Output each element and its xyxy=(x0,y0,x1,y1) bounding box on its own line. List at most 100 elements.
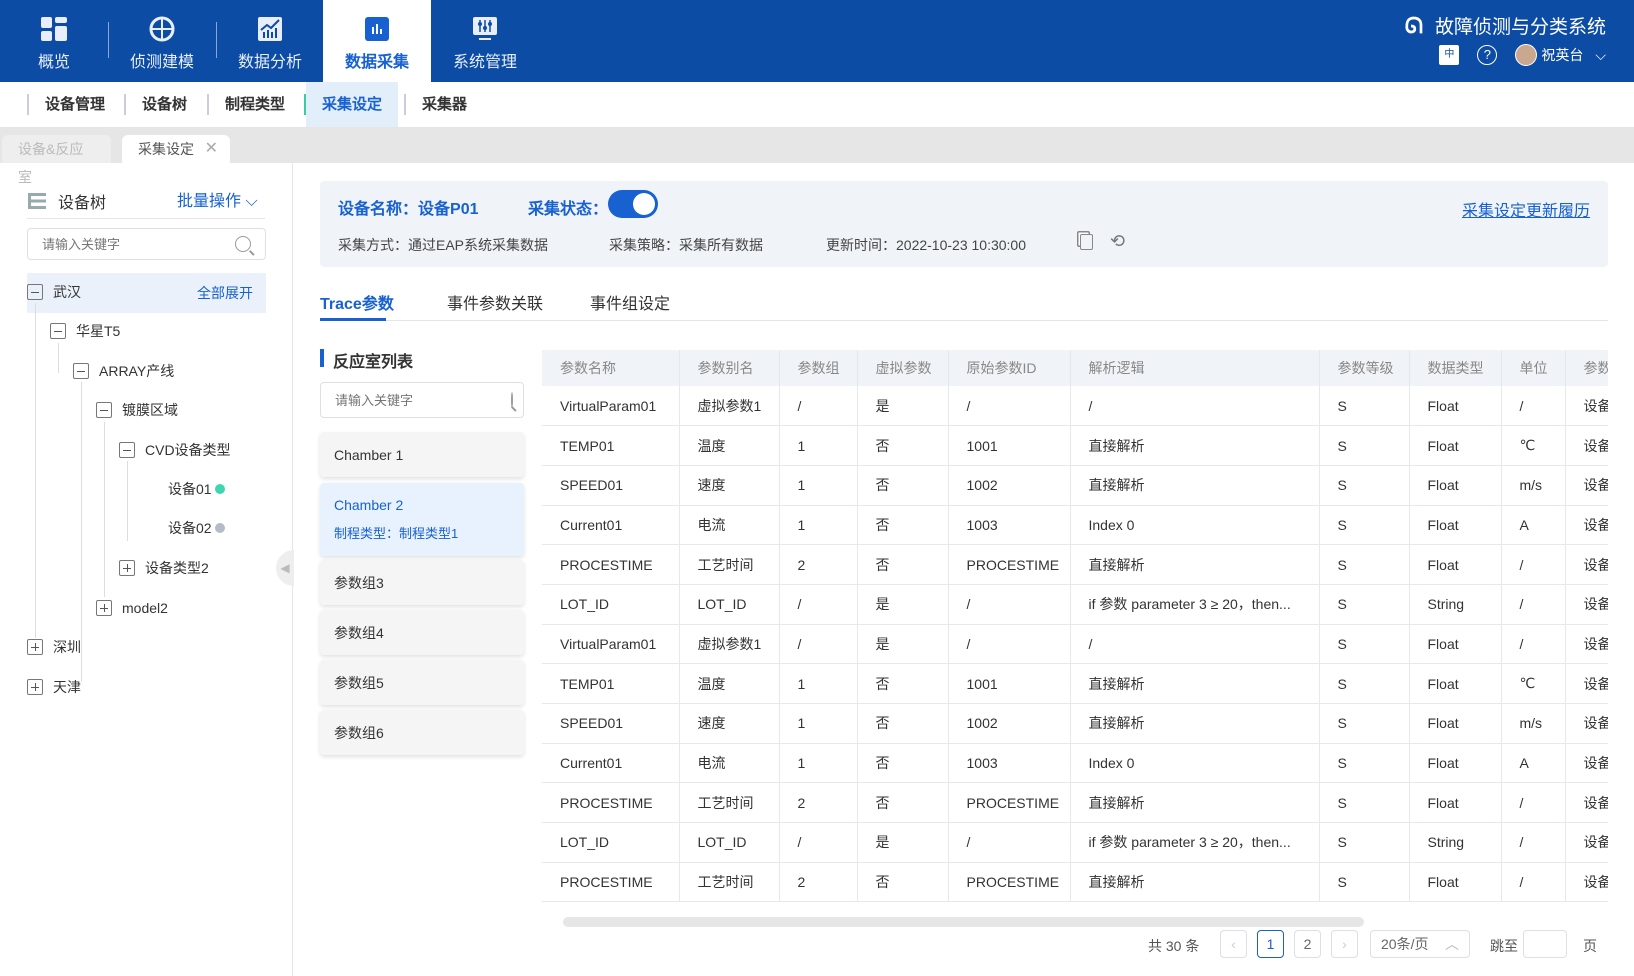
collapse-icon[interactable] xyxy=(73,363,89,379)
table-cell: Index 0 xyxy=(1070,743,1320,784)
tree-node[interactable]: 武汉 xyxy=(27,280,81,304)
column-header: 解析逻辑 xyxy=(1070,350,1320,386)
nav-1[interactable]: 侦测建模 xyxy=(108,0,216,82)
tree-node[interactable]: 设备类型2 xyxy=(119,556,209,580)
tree-node[interactable]: 设备02 xyxy=(168,516,225,540)
tree-node[interactable]: CVD设备类型 xyxy=(119,438,231,462)
table-cell: 否 xyxy=(857,425,949,466)
collapse-icon[interactable] xyxy=(27,284,43,300)
close-icon[interactable]: ✕ xyxy=(205,135,218,163)
collection-status-toggle[interactable] xyxy=(608,190,658,218)
subnav-item-2[interactable]: 制程类型 xyxy=(209,82,301,127)
nav-4[interactable]: 系统管理 xyxy=(431,0,539,82)
nav-3[interactable]: 数据采集 xyxy=(323,0,431,82)
expand-icon[interactable] xyxy=(27,639,43,655)
tree-search-field[interactable] xyxy=(42,236,235,252)
subnav-item-1[interactable]: 设备树 xyxy=(126,82,203,127)
help-icon[interactable]: ? xyxy=(1477,45,1498,65)
user-menu[interactable]: 祝英台 ⌵ xyxy=(1515,44,1606,66)
table-cell: 否 xyxy=(857,544,949,585)
chamber-search-field[interactable] xyxy=(335,392,511,408)
jump-label: 跳至 xyxy=(1490,938,1518,954)
search-icon[interactable] xyxy=(511,392,513,408)
collapse-icon[interactable] xyxy=(96,402,112,418)
chamber-item[interactable]: 参数组3 xyxy=(320,560,524,605)
tab-1[interactable]: 事件参数关联 xyxy=(447,290,543,314)
page-2-button[interactable]: 2 xyxy=(1294,930,1321,958)
table-cell: 1 xyxy=(779,703,858,744)
table-cell: PROCESTIME xyxy=(542,782,680,824)
collapse-icon[interactable] xyxy=(50,323,66,339)
chamber-item[interactable]: Chamber 2 制程类型：制程类型1 xyxy=(320,483,524,556)
table-cell: S xyxy=(1319,703,1410,744)
table-cell: 直接解析 xyxy=(1070,663,1320,704)
page-tab-1[interactable]: 采集设定 ✕ xyxy=(122,135,230,163)
table-row[interactable]: TEMP01 温度 1 否 1001 直接解析 S Float ℃ 设备 xyxy=(542,425,1616,466)
tab-2[interactable]: 事件组设定 xyxy=(590,290,670,314)
table-row[interactable]: Current01 电流 1 否 1003 Index 0 S Float A 设备 xyxy=(542,505,1616,546)
page-size-select[interactable]: 20条/页 ︿ xyxy=(1370,930,1470,958)
table-row[interactable]: PROCESTIME 工艺时间 2 否 PROCESTIME 直接解析 S Float / 设备 xyxy=(542,862,1616,903)
table-row[interactable]: VirtualParam01 虚拟参数1/是 / / S Float / 设备 xyxy=(542,624,1616,665)
table-row[interactable]: TEMP01 温度 1 否 1001 直接解析 S Float ℃ 设备 xyxy=(542,663,1616,704)
batch-operation-dropdown[interactable]: 批量操作 ⌵ xyxy=(177,187,258,211)
subnav-item-3[interactable]: 采集设定 xyxy=(306,82,399,127)
table-cell: / xyxy=(1070,386,1320,427)
table-row[interactable]: VirtualParam01 虚拟参数1/是 / / S Float / 设备 xyxy=(542,386,1616,427)
chamber-item[interactable]: 参数组5 xyxy=(320,660,524,705)
table-row[interactable]: LOT_ID LOT_ID / 是 / if 参数 parameter 3 ≥ 20，th… xyxy=(542,584,1616,625)
table-row[interactable]: Current01 电流 1 否 1003 Index 0 S Float A 设备 xyxy=(542,743,1616,784)
nav-2[interactable]: 数据分析 xyxy=(216,0,324,82)
expand-icon[interactable] xyxy=(96,600,112,616)
tree-node[interactable]: 深圳 xyxy=(27,635,81,659)
update-time: 更新时间：2022-10-23 10:30:00 xyxy=(826,237,1026,253)
subnav-item-4[interactable]: 采集器 xyxy=(406,82,483,127)
active-tab-indicator xyxy=(320,318,386,321)
copy-icon[interactable] xyxy=(1080,234,1093,250)
nav-0[interactable]: 概览 xyxy=(0,0,108,82)
tree-node[interactable]: model2 xyxy=(96,596,168,620)
jump-page-input[interactable] xyxy=(1523,930,1567,958)
language-icon[interactable]: 中 xyxy=(1439,45,1460,65)
table-row[interactable]: PROCESTIME 工艺时间 2 否 PROCESTIME 直接解析 S Float / 设备 xyxy=(542,544,1616,585)
tree-node[interactable]: 天津 xyxy=(27,675,81,699)
table-cell: 速度 xyxy=(679,465,780,506)
expand-icon[interactable] xyxy=(27,679,43,695)
table-row[interactable]: SPEED01 速度 1 否 1002 直接解析 S Float m/s 设备 xyxy=(542,703,1616,744)
chamber-item[interactable]: 参数组4 xyxy=(320,610,524,655)
table-cell: 1001 xyxy=(948,425,1071,466)
target-icon xyxy=(148,16,176,42)
expand-icon[interactable] xyxy=(119,560,135,576)
prev-page-button[interactable]: ‹ xyxy=(1220,930,1247,958)
chamber-item[interactable]: 参数组6 xyxy=(320,710,524,755)
chamber-item[interactable]: Chamber 1 xyxy=(320,432,524,477)
table-row[interactable]: LOT_ID LOT_ID / 是 / if 参数 parameter 3 ≥ 20，th… xyxy=(542,822,1616,863)
column-header: 单位 xyxy=(1501,350,1566,386)
subnav-item-0[interactable]: 设备管理 xyxy=(29,82,121,127)
tree-node[interactable]: ARRAY产线 xyxy=(73,359,174,383)
page-1-button[interactable]: 1 xyxy=(1257,930,1284,958)
tree-search-input[interactable] xyxy=(27,228,266,260)
sync-icon[interactable]: ⟲ xyxy=(1110,231,1125,252)
horizontal-scrollbar[interactable] xyxy=(563,917,1364,927)
expand-all-link[interactable]: 全部展开 xyxy=(197,283,253,303)
table-cell: S xyxy=(1319,663,1410,704)
collapse-panel-handle[interactable]: ◀ xyxy=(276,550,294,586)
chamber-search-input[interactable] xyxy=(320,382,524,418)
table-cell: Float xyxy=(1409,425,1502,466)
status-dot-offline xyxy=(214,523,225,533)
table-cell: PROCESTIME xyxy=(948,782,1071,824)
table-row[interactable]: PROCESTIME 工艺时间 2 否 PROCESTIME 直接解析 S Float / 设备 xyxy=(542,782,1616,824)
tree-node[interactable]: 设备01 xyxy=(168,477,225,501)
update-history-link[interactable]: 采集设定更新履历 xyxy=(1462,197,1590,221)
tree-node[interactable]: 镀膜区域 xyxy=(96,398,178,422)
tree-node[interactable]: 华星T5 xyxy=(50,319,120,343)
next-page-button[interactable]: › xyxy=(1331,930,1358,958)
search-icon[interactable] xyxy=(235,236,251,252)
page-tab-0[interactable]: 设备&反应室 xyxy=(2,135,111,185)
collapse-icon[interactable] xyxy=(119,442,135,458)
tab-0[interactable]: Trace参数 xyxy=(320,290,394,314)
table-cell: S xyxy=(1319,505,1410,546)
table-cell: S xyxy=(1319,743,1410,784)
table-row[interactable]: SPEED01 速度 1 否 1002 直接解析 S Float m/s 设备 xyxy=(542,465,1616,506)
